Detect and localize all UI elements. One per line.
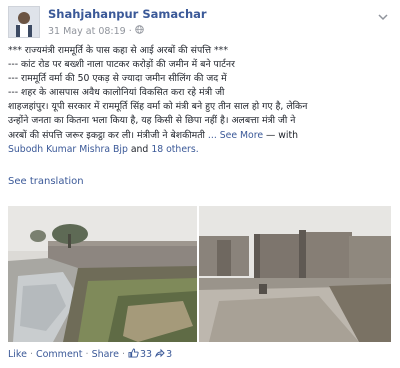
post-text: *** राज्यमंत्री राममूर्ति के पास कहा से … [8, 44, 392, 157]
likes-number: 33 [140, 349, 153, 360]
see-translation-link[interactable]: See translation [8, 176, 84, 187]
post-photos [8, 206, 391, 342]
likes-count[interactable]: 33 [128, 348, 152, 361]
shares-number: 3 [166, 349, 173, 360]
post-line: --- राममूर्ति वर्मा की 50 एकड़ से ज्यादा… [8, 73, 227, 85]
share-button[interactable]: Share [92, 349, 119, 360]
post-line: अरबों की संपत्ति जरूर इकट्ठा कर ली। मंत्… [8, 129, 205, 141]
post-line: *** राज्यमंत्री राममूर्ति के पास कहा से … [8, 45, 228, 56]
globe-icon [135, 25, 144, 37]
post-header: Shahjahanpur Samachar 31 May at 08:19 · [8, 6, 392, 42]
tagged-line: Subodh Kumar Mishra Bjp and 18 others. [8, 143, 392, 157]
like-button[interactable]: Like [8, 349, 27, 360]
timestamp[interactable]: 31 May at 08:19 [48, 26, 126, 37]
post-meta: 31 May at 08:19 · [48, 25, 144, 37]
author-name[interactable]: Shahjahanpur Samachar [48, 7, 207, 21]
chevron-down-icon[interactable] [376, 8, 390, 21]
others-link[interactable]: 18 others. [151, 144, 198, 155]
post-line: --- शहर के आसपास अवैध कालोनियां विकसित क… [8, 87, 225, 99]
with-text: — with [266, 129, 299, 141]
post-line: शाहजहांपुर। यूपी सरकार में राममूर्ति सिं… [8, 101, 308, 113]
post-line-last: अरबों की संपत्ति जरूर इकट्ठा कर ली। मंत्… [8, 129, 392, 143]
shares-count[interactable]: 3 [155, 348, 172, 361]
post-line: --- कांट रोड पर बख्शी नाला पाटकर करोड़ों… [8, 59, 235, 71]
tagged-user-link[interactable]: Subodh Kumar Mishra Bjp [8, 144, 128, 155]
photo-left[interactable] [8, 206, 197, 342]
post-actions: Like · Comment · Share · 33 3 [8, 348, 172, 361]
separator: · [128, 25, 132, 37]
and-text: and [130, 143, 149, 155]
see-more-link[interactable]: ... See More [208, 130, 263, 141]
post-card: Shahjahanpur Samachar 31 May at 08:19 · … [0, 0, 400, 368]
share-icon [155, 348, 165, 361]
photo-right[interactable] [199, 206, 391, 342]
separator: · [29, 349, 33, 360]
comment-button[interactable]: Comment [36, 349, 83, 360]
post-line: उन्होंने जनता का कितना भला किया है, यह क… [8, 115, 296, 127]
separator: · [85, 349, 89, 360]
thumbs-up-icon [128, 348, 139, 361]
avatar[interactable] [8, 6, 40, 38]
separator: · [121, 349, 126, 360]
